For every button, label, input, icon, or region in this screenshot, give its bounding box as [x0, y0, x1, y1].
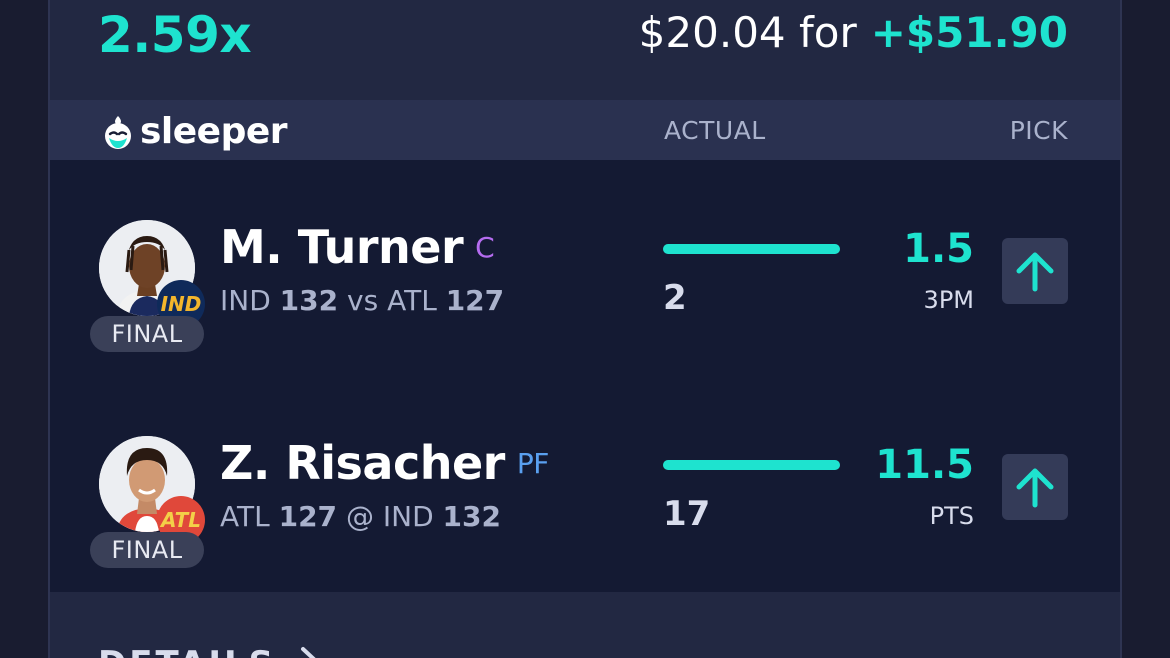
player-name: Z. Risacher: [220, 436, 505, 490]
player-name-row: M. Turner C: [220, 220, 495, 274]
opponent-abbr: IND: [382, 500, 434, 533]
entry-card: 2.59x $20.04 for +$51.90 sleeper ACTUAL P…: [50, 0, 1120, 658]
player-name-row: Z. Risacher PF: [220, 436, 549, 490]
opponent-abbr: ATL: [387, 284, 437, 317]
pick-more-button[interactable]: [1002, 238, 1068, 304]
stat-type: PTS: [929, 502, 974, 530]
details-link[interactable]: DETAILS: [98, 644, 325, 658]
stat-type: 3PM: [923, 286, 974, 314]
pick-row[interactable]: IND FINAL M. Turner C IND 132 vs ATL 127 …: [50, 160, 1120, 376]
projection-line: 11.5: [875, 442, 974, 488]
actual-value: 17: [663, 494, 711, 534]
game-status-badge: FINAL: [90, 532, 204, 568]
brand-name: sleeper: [140, 110, 288, 152]
team-score: 127: [278, 500, 338, 533]
player-position: PF: [516, 447, 550, 480]
player-avatar-wrap: IND: [99, 220, 205, 328]
card-border-right: [1120, 0, 1122, 658]
actual-column-label: ACTUAL: [664, 116, 766, 145]
actual-progress-fill: [663, 460, 840, 470]
chevron-right-icon: [300, 647, 316, 658]
arrow-up-icon: [1016, 252, 1054, 292]
sleeper-logo-icon: [105, 116, 131, 149]
pick-list: IND FINAL M. Turner C IND 132 vs ATL 127 …: [50, 160, 1120, 592]
opponent-score: 127: [445, 284, 505, 317]
pick-column-label: PICK: [1009, 116, 1068, 145]
matchup-separator: vs: [347, 284, 379, 317]
team-abbr: ATL: [220, 500, 270, 533]
projection-line: 1.5: [903, 226, 974, 272]
brand: sleeper: [102, 110, 288, 152]
pick-more-button[interactable]: [1002, 454, 1068, 520]
column-header: sleeper ACTUAL PICK: [50, 100, 1120, 160]
team-abbr: IND: [220, 284, 271, 317]
payout-text: $20.04 for +$51.90: [639, 8, 1068, 57]
matchup-separator: @: [345, 500, 374, 533]
pick-row[interactable]: ATL FINAL Z. Risacher PF ATL 127 @ IND 13…: [50, 376, 1120, 592]
player-name: M. Turner: [220, 220, 464, 274]
actual-value: 2: [663, 278, 687, 318]
card-footer: DETAILS: [50, 592, 1120, 658]
game-score: ATL 127 @ IND 132: [220, 500, 501, 533]
game-score: IND 132 vs ATL 127: [220, 284, 504, 317]
player-position: C: [475, 231, 495, 264]
arrow-up-icon: [1016, 468, 1054, 508]
actual-progress-fill: [663, 244, 840, 254]
stake-amount: $20.04 for: [638, 8, 857, 57]
details-label: DETAILS: [98, 644, 276, 658]
actual-progress-bar: [663, 460, 840, 470]
opponent-score: 132: [442, 500, 501, 533]
team-score: 132: [279, 284, 339, 317]
actual-progress-bar: [663, 244, 840, 254]
payout-multiplier: 2.59x: [98, 6, 252, 64]
player-avatar-wrap: ATL: [99, 436, 205, 544]
payout-summary: 2.59x $20.04 for +$51.90: [50, 0, 1120, 100]
win-amount: +$51.90: [870, 8, 1068, 57]
game-status-badge: FINAL: [90, 316, 204, 352]
